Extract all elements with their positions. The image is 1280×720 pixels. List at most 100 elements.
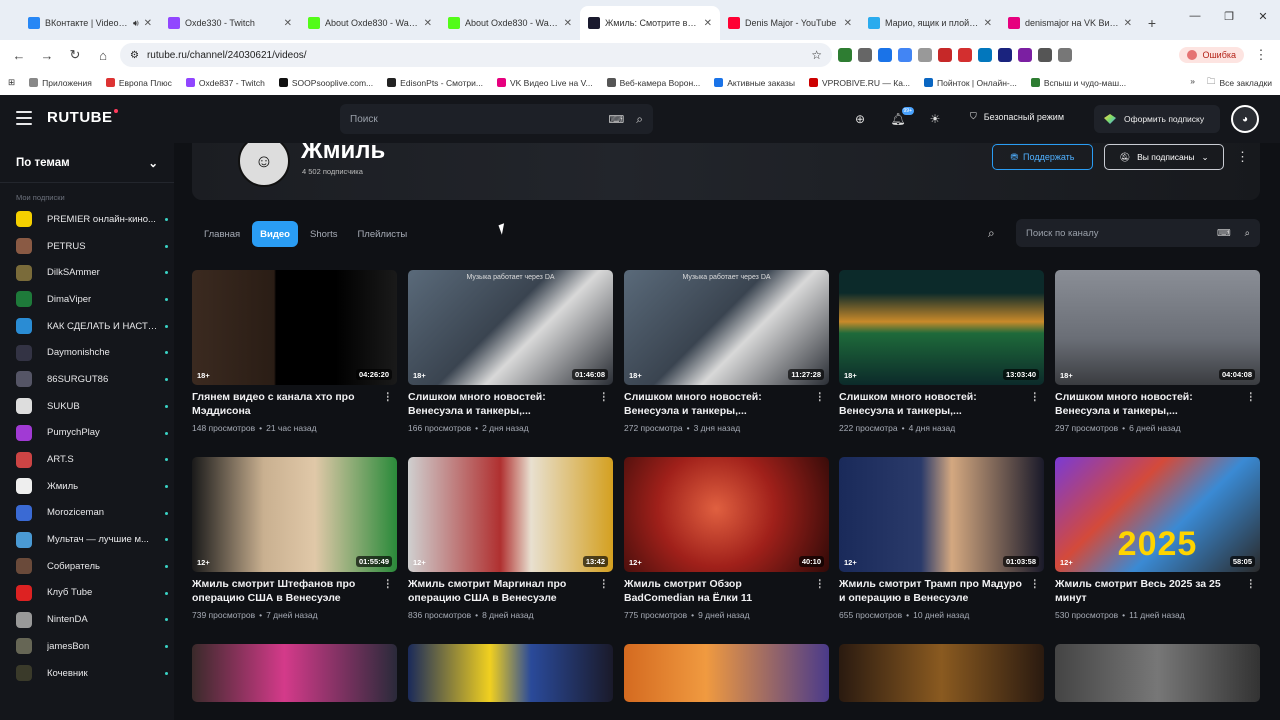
video-thumbnail[interactable]: 18+ 13:03:40 xyxy=(839,270,1044,385)
close-window-icon[interactable]: ✕ xyxy=(1246,0,1280,32)
keyboard-icon[interactable]: ⌨ xyxy=(1217,228,1231,239)
subscription-item[interactable]: Жмиль xyxy=(0,473,174,500)
extension-icon[interactable] xyxy=(998,48,1012,62)
profile-sync-icon[interactable] xyxy=(1058,48,1072,62)
video-title[interactable]: Слишком много новостей: Венесуэла и танк… xyxy=(624,390,829,420)
video-card[interactable] xyxy=(624,644,829,702)
reload-icon[interactable]: ↻ xyxy=(64,44,86,66)
subscription-item[interactable]: Daymonishche xyxy=(0,339,174,366)
extension-icon[interactable] xyxy=(938,48,952,62)
video-title[interactable]: Жмиль смотрит Маргинал про операцию США … xyxy=(408,577,613,607)
subscription-button[interactable]: Оформить подписку xyxy=(1094,105,1220,133)
subscription-item[interactable]: Moroziceman xyxy=(0,500,174,527)
tab-shorts[interactable]: Shorts xyxy=(302,221,345,247)
close-tab-icon[interactable]: ✕ xyxy=(704,18,712,29)
video-card[interactable]: 2025 12+ 58:05 Жмиль смотрит Весь 2025 за 2… xyxy=(1055,457,1260,620)
video-thumbnail[interactable]: 2025 12+ 58:05 xyxy=(1055,457,1260,572)
extension-icon[interactable] xyxy=(978,48,992,62)
browser-tab[interactable]: Марио, ящик и плойка - ✕ xyxy=(860,6,1000,40)
restore-icon[interactable]: ❐ xyxy=(1212,0,1246,32)
extension-icon[interactable] xyxy=(958,48,972,62)
close-tab-icon[interactable]: ✕ xyxy=(284,18,292,29)
video-thumbnail[interactable]: 18+ 04:26:20 xyxy=(192,270,397,385)
bookmark-item[interactable]: Европа Плюс xyxy=(105,78,172,88)
video-more-icon[interactable]: ⋮ xyxy=(599,390,610,404)
bookmark-item[interactable]: Активные заказы xyxy=(714,78,795,88)
tab-home[interactable]: Главная xyxy=(196,221,248,247)
search-icon[interactable]: ⌕ xyxy=(988,226,1008,241)
video-card[interactable]: 12+ 01:55:49 Жмиль смотрит Штефанов про оп… xyxy=(192,457,397,620)
rutube-logo[interactable]: RUTUBE xyxy=(47,109,118,126)
video-more-icon[interactable]: ⋮ xyxy=(1246,577,1257,591)
video-title[interactable]: Слишком много новостей: Венесуэла и танк… xyxy=(839,390,1044,420)
close-tab-icon[interactable]: ✕ xyxy=(564,18,572,29)
close-tab-icon[interactable]: ✕ xyxy=(984,18,992,29)
video-card[interactable]: 12+ 13:42 Жмиль смотрит Маргинал про опера… xyxy=(408,457,613,620)
browser-tab[interactable]: Oxde330 - Twitch ✕ xyxy=(160,6,300,40)
video-thumbnail[interactable]: 12+ 40:10 xyxy=(624,457,829,572)
extension-icon[interactable] xyxy=(1018,48,1032,62)
subscription-item[interactable]: КАК СДЕЛАТЬ И НАСТР... xyxy=(0,313,174,340)
extension-icon[interactable] xyxy=(858,48,872,62)
menu-icon[interactable] xyxy=(16,111,32,125)
forward-icon[interactable]: → xyxy=(36,44,58,66)
bookmark-item[interactable]: Пойнток | Онлайн-... xyxy=(924,78,1017,88)
video-thumbnail[interactable] xyxy=(408,644,613,702)
bookmark-item[interactable]: Вспыш и чудо-маш... xyxy=(1030,78,1126,88)
keyboard-icon[interactable]: ⌨ xyxy=(608,113,624,126)
minimize-icon[interactable]: — xyxy=(1178,0,1212,32)
video-card[interactable]: 18+ 04:04:08 Слишком много новостей: Венес… xyxy=(1055,270,1260,433)
bookmark-item[interactable]: VK Видео Live на V... xyxy=(496,78,593,88)
subscription-item[interactable]: PREMIER онлайн-кино... xyxy=(0,206,174,233)
video-more-icon[interactable]: ⋮ xyxy=(815,577,826,591)
browser-tab[interactable]: ВКонтакте | Video Ext 🔊︎ ✕ xyxy=(20,6,160,40)
browser-tab[interactable]: denismajor на VK Видео ✕ xyxy=(1000,6,1140,40)
video-title[interactable]: Глянем видео с канала хто про Мэддисона ⋮ xyxy=(192,390,397,420)
safe-mode-toggle[interactable]: ⛉ Безопасный режим xyxy=(970,111,1064,122)
video-thumbnail[interactable] xyxy=(1055,644,1260,702)
subscription-item[interactable]: Клуб Tube xyxy=(0,580,174,607)
video-title[interactable]: Слишком много новостей: Венесуэла и танк… xyxy=(1055,390,1260,420)
extension-icon[interactable] xyxy=(878,48,892,62)
theme-toggle-icon[interactable]: ☀ xyxy=(927,111,943,127)
video-title[interactable]: Жмиль смотрит Штефанов про операцию США … xyxy=(192,577,397,607)
bookmark-item[interactable]: Oxde837 - Twitch xyxy=(185,78,265,88)
video-thumbnail[interactable]: 18+ 04:04:08 xyxy=(1055,270,1260,385)
home-icon[interactable]: ⌂ xyxy=(92,44,114,66)
bookmark-item[interactable]: EdisonPts - Смотри... xyxy=(387,78,483,88)
subscription-item[interactable]: ART.S xyxy=(0,446,174,473)
video-card[interactable]: 18+ 13:03:40 Слишком много новостей: Венес… xyxy=(839,270,1044,433)
video-thumbnail[interactable] xyxy=(839,644,1044,702)
video-card[interactable]: Музыка работает через DA 18+ 11:27:28 Слишк… xyxy=(624,270,829,433)
subscribed-button[interactable]: 🔕︎ Вы подписаны ⌄ xyxy=(1104,144,1224,170)
bookmark-item[interactable]: Веб-камера Ворон... xyxy=(606,78,700,88)
video-more-icon[interactable]: ⋮ xyxy=(815,390,826,404)
user-avatar[interactable]: ◕ xyxy=(1231,105,1259,133)
extension-icon[interactable] xyxy=(898,48,912,62)
extension-icon[interactable] xyxy=(838,48,852,62)
back-icon[interactable]: ← xyxy=(8,44,30,66)
address-bar[interactable]: ⚙ rutube.ru/channel/24030621/videos/ ☆ xyxy=(120,43,832,67)
video-card[interactable]: 18+ 04:26:20 Глянем видео с канала хто про… xyxy=(192,270,397,433)
video-card[interactable] xyxy=(1055,644,1260,702)
support-button[interactable]: ⛃ Поддержать xyxy=(992,144,1093,170)
video-thumbnail[interactable] xyxy=(624,644,829,702)
subscription-item[interactable]: NintenDA xyxy=(0,606,174,633)
speaker-icon[interactable]: 🔊︎ xyxy=(133,18,139,29)
notifications-icon[interactable]: 🔔︎ 99+ xyxy=(890,107,914,127)
bookmark-item[interactable]: VPROBIVE.RU — Ка... xyxy=(808,78,910,88)
bookmark-item[interactable]: Приложения xyxy=(29,78,92,88)
video-thumbnail[interactable]: 12+ 01:55:49 xyxy=(192,457,397,572)
close-tab-icon[interactable]: ✕ xyxy=(1124,18,1132,29)
search-icon[interactable]: ⌕ xyxy=(636,112,643,127)
close-tab-icon[interactable]: ✕ xyxy=(144,18,152,29)
new-tab-button[interactable]: + xyxy=(1140,6,1164,40)
channel-search-input[interactable]: Поиск по каналу ⌨ ⌕ xyxy=(1016,219,1260,247)
channel-more-icon[interactable]: ⋮ xyxy=(1236,149,1249,165)
video-more-icon[interactable]: ⋮ xyxy=(599,577,610,591)
subscription-item[interactable]: Собиратель xyxy=(0,553,174,580)
video-title[interactable]: Жмиль смотрит Трамп про Мадуро и операци… xyxy=(839,577,1044,607)
upload-icon[interactable]: ⊕ xyxy=(852,111,868,127)
video-card[interactable] xyxy=(839,644,1044,702)
video-more-icon[interactable]: ⋮ xyxy=(1030,390,1041,404)
